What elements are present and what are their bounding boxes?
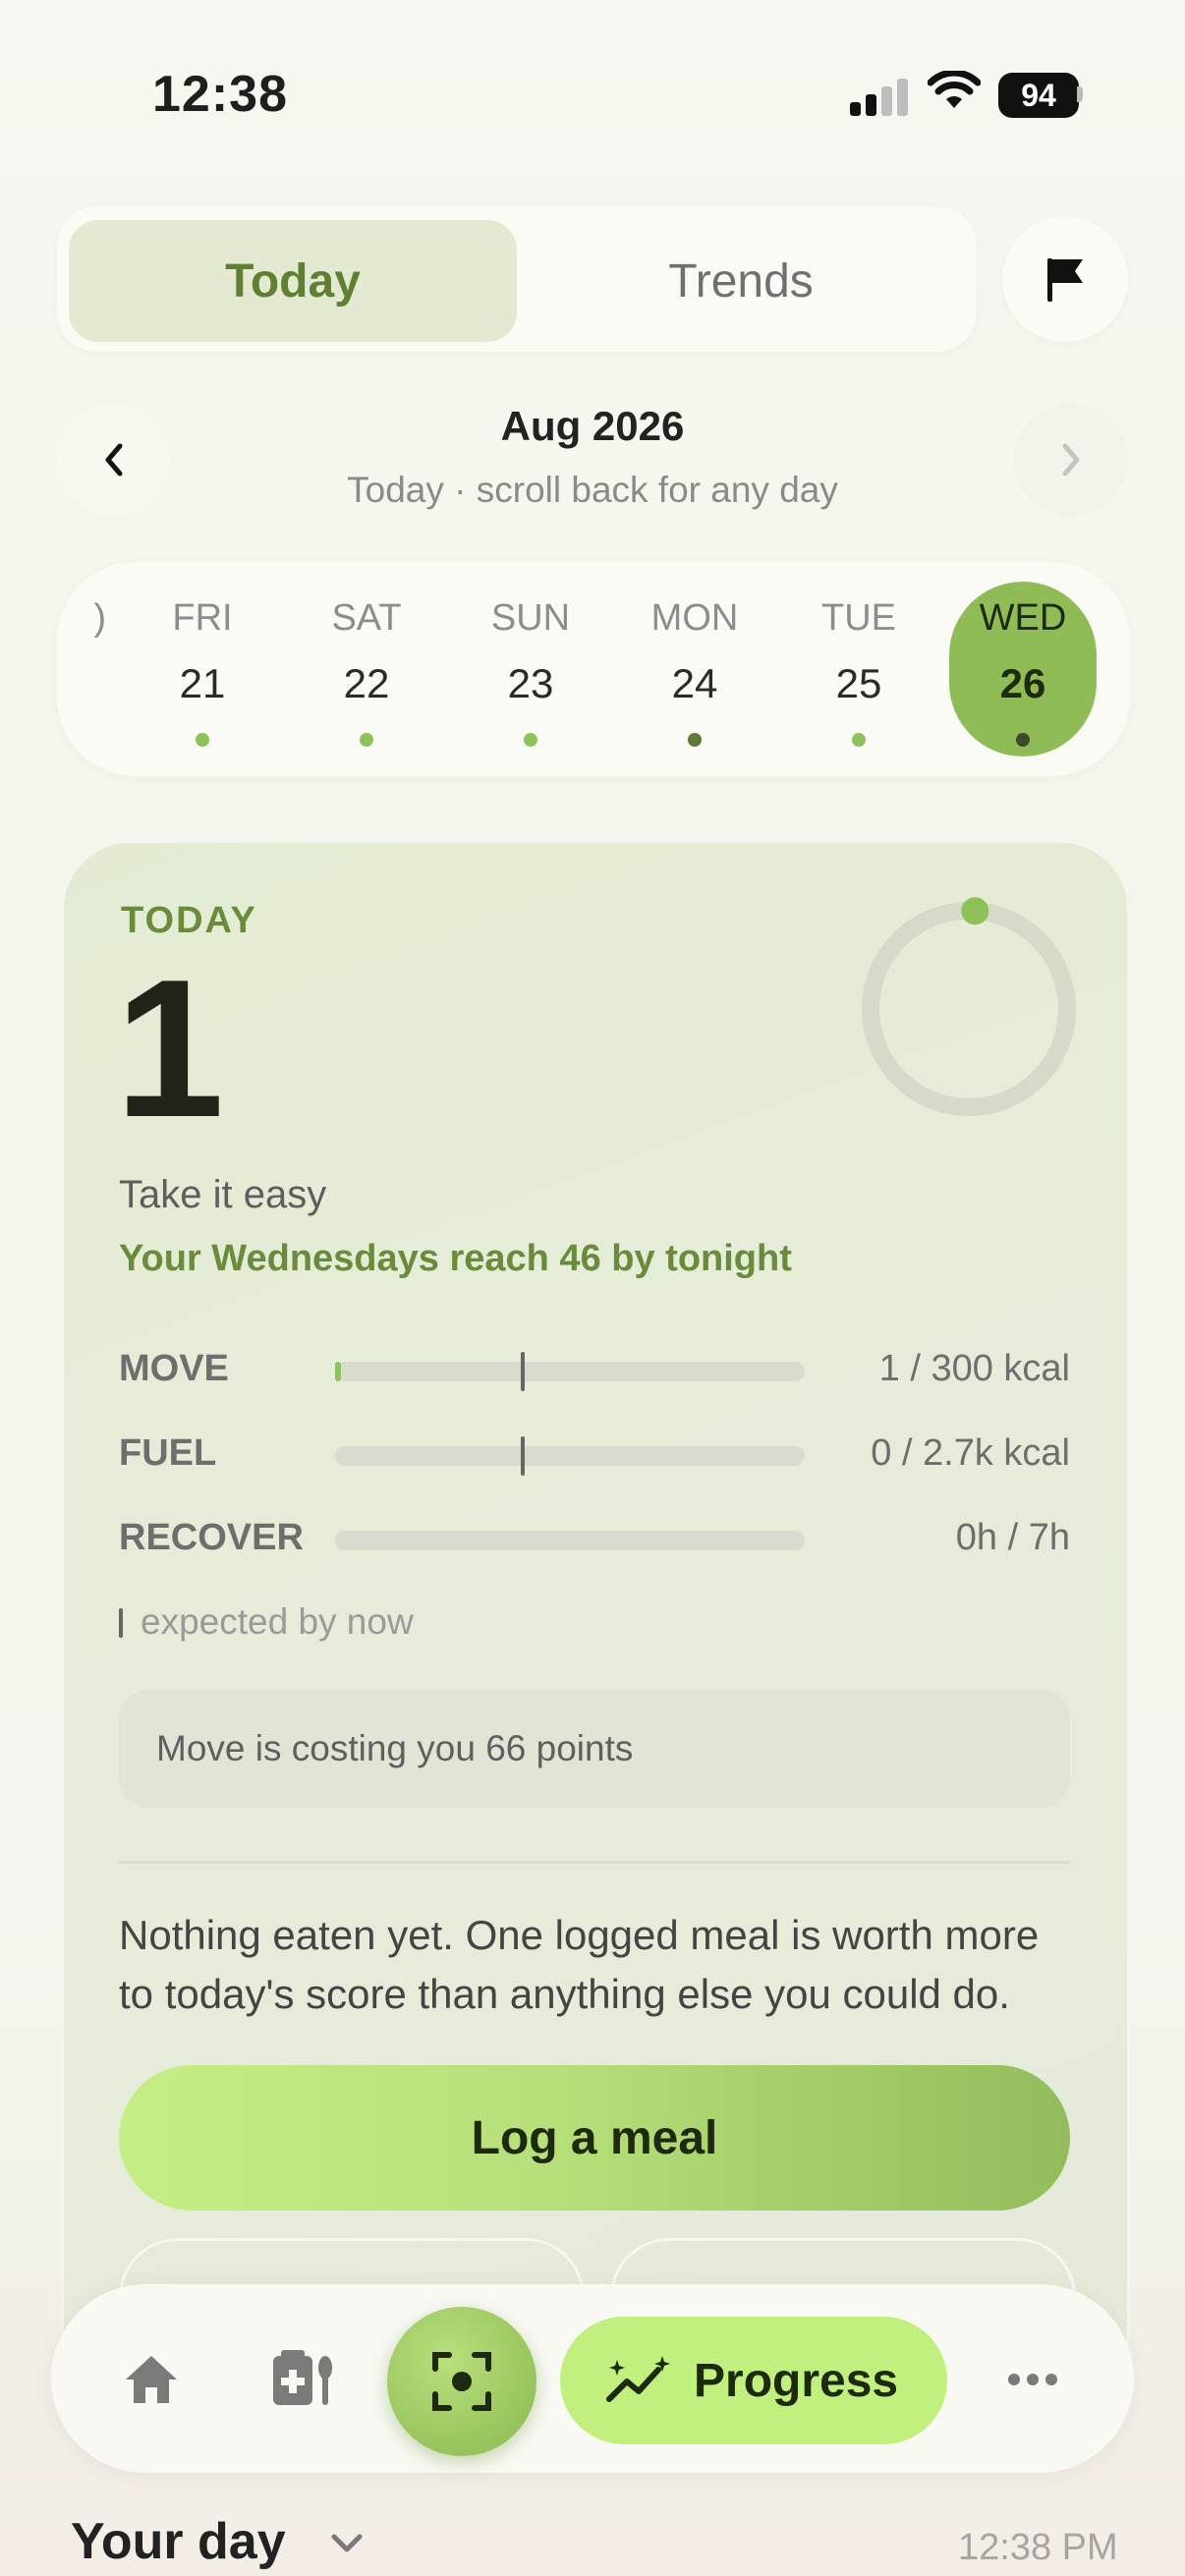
day-number: 23 bbox=[507, 660, 554, 706]
day-weekday: TUE bbox=[821, 597, 896, 639]
section-title: Your day bbox=[71, 2513, 286, 2570]
battery-icon: 94 bbox=[998, 73, 1079, 118]
day-item[interactable]: SUN 23 bbox=[457, 562, 604, 776]
next-month-button[interactable] bbox=[1014, 403, 1128, 517]
tab-trends[interactable]: Trends bbox=[517, 220, 965, 342]
expected-marker-move bbox=[521, 1352, 526, 1391]
day-item[interactable]: FRI 21 bbox=[129, 562, 276, 776]
month-subtitle: Today · scroll back for any day bbox=[347, 470, 838, 510]
metric-label-fuel: FUEL bbox=[119, 1432, 217, 1474]
day-weekday: FRI bbox=[172, 597, 233, 639]
home-icon[interactable] bbox=[122, 2352, 181, 2407]
coach-note: Nothing eaten yet. One logged meal is wo… bbox=[119, 1912, 1040, 2017]
metric-label-move: MOVE bbox=[119, 1348, 229, 1389]
day-number: 26 bbox=[999, 660, 1046, 706]
day-dot bbox=[196, 733, 209, 747]
metric-value-recover: 0h / 7h bbox=[955, 1517, 1070, 1558]
scan-icon bbox=[432, 2352, 491, 2411]
more-icon[interactable] bbox=[1006, 2370, 1059, 2389]
score-projection: Your Wednesdays reach 46 by tonight bbox=[119, 1238, 792, 1279]
day-number: 21 bbox=[179, 660, 226, 706]
day-item[interactable]: TUE 25 bbox=[785, 562, 932, 776]
progress-tab-label: Progress bbox=[694, 2354, 899, 2407]
prev-month-button[interactable] bbox=[57, 403, 171, 517]
day-partial[interactable]: ) bbox=[57, 562, 116, 776]
flag-button[interactable] bbox=[1002, 216, 1128, 342]
card-label: TODAY bbox=[121, 900, 257, 941]
day-item[interactable]: SAT 22 bbox=[293, 562, 440, 776]
day-weekday: MON bbox=[650, 597, 739, 639]
score-value: 1 bbox=[115, 939, 225, 1158]
metric-label-recover: RECOVER bbox=[119, 1517, 304, 1558]
scan-button[interactable] bbox=[387, 2307, 536, 2456]
log-meal-button[interactable]: Log a meal bbox=[119, 2065, 1070, 2211]
expected-marker-fuel bbox=[521, 1436, 526, 1476]
day-item-selected[interactable]: WED 26 bbox=[949, 562, 1097, 776]
metric-bar-recover bbox=[335, 1531, 805, 1550]
day-dot bbox=[360, 733, 373, 747]
chevron-right-icon bbox=[1062, 443, 1080, 476]
status-time: 12:38 bbox=[152, 66, 288, 123]
metric-bar-move bbox=[335, 1362, 805, 1381]
day-strip: ) FRI 21 SAT 22 SUN 23 MON 24 TUE 25 WED… bbox=[57, 562, 1130, 776]
battery-nub bbox=[1077, 86, 1083, 102]
chevron-left-icon bbox=[105, 443, 123, 476]
card-divider bbox=[119, 1861, 1070, 1864]
wifi-icon bbox=[928, 71, 981, 108]
expected-legend-label: expected by now bbox=[141, 1601, 414, 1642]
day-number: 22 bbox=[343, 660, 390, 706]
insight-banner: Move is costing you 66 points bbox=[119, 1690, 1070, 1808]
day-dot bbox=[688, 733, 702, 747]
day-dot bbox=[852, 733, 866, 747]
day-weekday: SAT bbox=[331, 597, 402, 639]
score-ring bbox=[862, 897, 1076, 1116]
day-item[interactable]: MON 24 bbox=[621, 562, 768, 776]
sparkle-trend-icon bbox=[606, 2356, 670, 2402]
today-score-card: TODAY 1 Take it easy Your Wednesdays rea… bbox=[61, 840, 1130, 2398]
metric-bar-fuel bbox=[335, 1446, 805, 1466]
expected-legend-marker bbox=[119, 1608, 123, 1638]
day-weekday: SUN bbox=[490, 597, 571, 639]
day-number: 25 bbox=[835, 660, 882, 706]
progress-tab[interactable]: Progress bbox=[560, 2317, 947, 2444]
month-title: Aug 2026 bbox=[500, 403, 685, 449]
day-dot bbox=[524, 733, 537, 747]
day-number: 24 bbox=[671, 660, 718, 706]
expected-legend: expected by now bbox=[119, 1601, 414, 1643]
chevron-down-icon[interactable] bbox=[330, 2533, 364, 2554]
meal-log-icon[interactable] bbox=[269, 2348, 338, 2409]
metric-value-move: 1 / 300 kcal bbox=[878, 1348, 1070, 1389]
cellular-signal-icon bbox=[850, 71, 909, 116]
flag-icon bbox=[1047, 258, 1083, 302]
tab-today[interactable]: Today bbox=[69, 220, 517, 342]
day-weekday: WED bbox=[979, 597, 1067, 639]
day-dot bbox=[1016, 733, 1030, 747]
insight-text: Move is costing you 66 points bbox=[156, 1728, 634, 1768]
section-time: 12:38 PM bbox=[958, 2527, 1118, 2568]
score-tagline: Take it easy bbox=[119, 1173, 327, 1216]
metric-value-fuel: 0 / 2.7k kcal bbox=[871, 1432, 1070, 1474]
